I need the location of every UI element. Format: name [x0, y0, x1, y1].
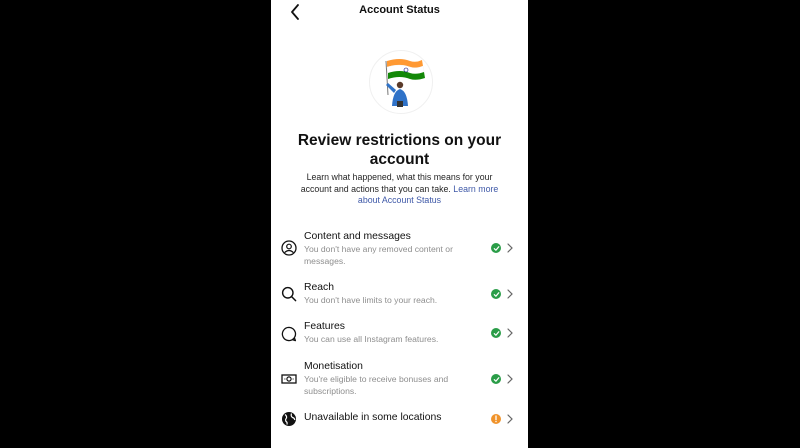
row-title: Unavailable in some locations	[304, 412, 442, 423]
page-title: Account Status	[359, 4, 440, 16]
chevron-right-icon	[507, 288, 515, 300]
check-circle-icon	[491, 243, 501, 253]
speech-bubble-icon	[280, 325, 298, 343]
row-subtitle: You're eligible to receive bonuses and s…	[304, 374, 449, 396]
row-subtitle: You don't have limits to your reach.	[304, 295, 438, 305]
chevron-right-icon	[507, 373, 515, 385]
row-subtitle: You don't have any removed content or me…	[304, 244, 453, 266]
warning-icon	[491, 414, 501, 424]
row-title: Reach	[304, 282, 335, 293]
chevron-right-icon	[507, 413, 515, 425]
intro-heading: Review restrictions on your account	[297, 132, 502, 168]
intro-description: Learn what happened, what this means for…	[291, 172, 508, 207]
row-title: Monetisation	[304, 361, 363, 372]
profile-avatar	[369, 50, 433, 114]
status-row-content-and-messages[interactable]: Content and messages You don't have any …	[271, 230, 528, 270]
user-circle-icon	[280, 239, 298, 257]
search-icon	[280, 285, 298, 303]
row-title: Content and messages	[304, 231, 411, 242]
status-row-unavailable-locations[interactable]: Unavailable in some locations	[271, 409, 528, 431]
banknote-icon	[280, 370, 298, 388]
globe-icon	[280, 410, 298, 428]
chevron-right-icon	[507, 242, 515, 254]
status-row-reach[interactable]: Reach You don't have limits to your reac…	[271, 282, 528, 310]
top-bar: Account Status	[271, 0, 528, 26]
check-circle-icon	[491, 374, 501, 384]
chevron-right-icon	[507, 327, 515, 339]
status-row-monetisation[interactable]: Monetisation You're eligible to receive …	[271, 361, 528, 401]
account-status-screen: Account Status Review restrictions on yo…	[271, 0, 528, 448]
check-circle-icon	[491, 289, 501, 299]
row-title: Features	[304, 321, 346, 332]
status-row-features[interactable]: Features You can use all Instagram featu…	[271, 321, 528, 349]
row-subtitle: You can use all Instagram features.	[304, 334, 439, 344]
check-circle-icon	[491, 328, 501, 338]
